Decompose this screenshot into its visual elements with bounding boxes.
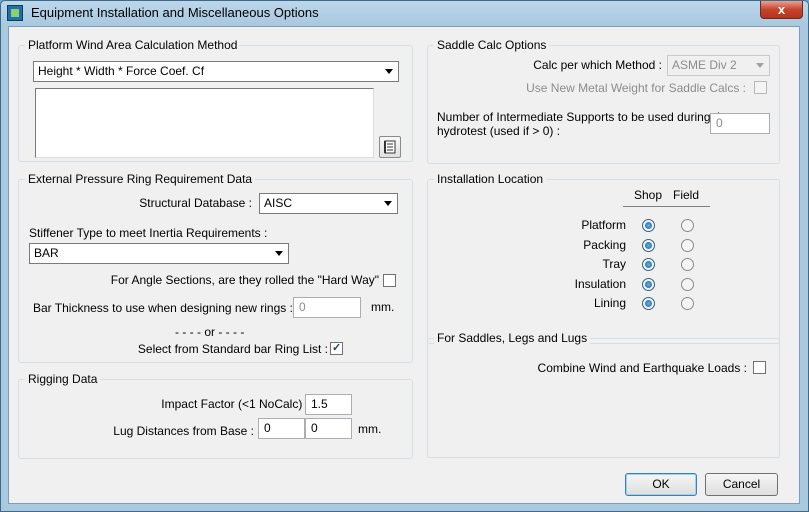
supports-label-line2: hydrotest (used if > 0) :	[437, 124, 561, 138]
bar-thickness-label: Bar Thickness to use when designing new …	[33, 301, 293, 315]
close-button[interactable]: x	[760, 1, 803, 19]
supports-label-line1: Number of Intermediate Supports to be us…	[437, 110, 731, 124]
supports-input[interactable]: 0	[710, 113, 770, 134]
rigging-legend: Rigging Data	[25, 372, 101, 386]
stiffener-select[interactable]: BAR	[29, 243, 289, 264]
calc-method-label: Calc per which Method :	[533, 58, 662, 72]
packing-field-radio[interactable]	[681, 239, 694, 252]
dialog-client-area: Platform Wind Area Calculation Method He…	[8, 26, 800, 504]
tray-field-radio[interactable]	[681, 258, 694, 271]
close-icon: x	[777, 2, 786, 17]
saddles-legs-legend: For Saddles, Legs and Lugs	[434, 331, 591, 345]
lug-distance-input-2[interactable]: 0	[305, 418, 352, 439]
bar-thickness-unit: mm.	[371, 300, 395, 314]
or-divider: - - - - or - - - -	[175, 325, 245, 339]
platform-shop-radio[interactable]	[642, 219, 655, 232]
insulation-field-radio[interactable]	[681, 278, 694, 291]
hard-way-label: For Angle Sections, are they rolled the …	[110, 273, 379, 287]
impact-factor-label: Impact Factor (<1 NoCalc) :	[161, 397, 309, 411]
stiffener-label: Stiffener Type to meet Inertia Requireme…	[29, 226, 268, 240]
title-bar[interactable]: Equipment Installation and Miscellaneous…	[1, 1, 808, 25]
calc-method-value: ASME Div 2	[672, 58, 737, 72]
header-divider	[623, 206, 710, 207]
lug-distance-label: Lug Distances from Base :	[113, 424, 254, 438]
bar-thickness-value: 0	[299, 300, 306, 314]
lug-distance-unit: mm.	[358, 422, 382, 436]
row-label-tray: Tray	[602, 257, 626, 271]
platform-wind-legend: Platform Wind Area Calculation Method	[25, 38, 241, 52]
window-title: Equipment Installation and Miscellaneous…	[31, 5, 319, 20]
row-label-insulation: Insulation	[574, 277, 626, 291]
dialog-window: Equipment Installation and Miscellaneous…	[0, 0, 809, 512]
saddle-calc-legend: Saddle Calc Options	[434, 38, 550, 52]
platform-field-radio[interactable]	[681, 219, 694, 232]
lug-distance-value-2: 0	[311, 421, 318, 435]
tray-shop-radio[interactable]	[642, 258, 655, 271]
app-icon	[7, 5, 23, 21]
chevron-down-icon	[385, 69, 393, 74]
wind-notes-textarea[interactable]	[35, 88, 374, 158]
stiffener-value: BAR	[34, 246, 59, 260]
hard-way-checkbox[interactable]	[383, 274, 396, 287]
rigging-group: Rigging Data Impact Factor (<1 NoCalc) :…	[18, 372, 413, 459]
saddles-legs-group: For Saddles, Legs and Lugs Combine Wind …	[427, 331, 780, 458]
structural-db-value: AISC	[264, 196, 293, 210]
install-location-legend: Installation Location	[434, 172, 547, 186]
wind-method-select[interactable]: Height * Width * Force Coef. Cf	[33, 61, 399, 82]
combine-loads-label: Combine Wind and Earthquake Loads :	[537, 361, 747, 375]
lining-shop-radio[interactable]	[642, 297, 655, 310]
lining-field-radio[interactable]	[681, 297, 694, 310]
saddle-calc-group: Saddle Calc Options Calc per which Metho…	[427, 38, 780, 164]
combine-loads-checkbox[interactable]	[753, 361, 766, 374]
structural-db-label: Structural Database :	[139, 196, 252, 210]
std-ring-checkbox[interactable]	[330, 341, 343, 355]
lug-distance-input-1[interactable]: 0	[258, 418, 305, 439]
structural-db-select[interactable]: AISC	[259, 193, 398, 214]
row-label-packing: Packing	[583, 238, 626, 252]
notepad-icon	[384, 140, 396, 154]
notes-button[interactable]	[379, 136, 401, 158]
ext-pressure-legend: External Pressure Ring Requirement Data	[25, 172, 256, 186]
chevron-down-icon	[756, 63, 764, 68]
metal-weight-checkbox[interactable]	[754, 81, 767, 94]
row-label-lining: Lining	[593, 296, 626, 310]
platform-wind-group: Platform Wind Area Calculation Method He…	[18, 38, 413, 162]
metal-weight-label: Use New Metal Weight for Saddle Calcs :	[526, 81, 746, 95]
supports-value: 0	[716, 116, 723, 130]
bar-thickness-input[interactable]: 0	[293, 297, 361, 318]
cancel-button[interactable]: Cancel	[705, 473, 778, 496]
chevron-down-icon	[384, 201, 392, 206]
row-label-platform: Platform	[581, 218, 626, 232]
wind-method-value: Height * Width * Force Coef. Cf	[38, 64, 205, 78]
ext-pressure-group: External Pressure Ring Requirement Data …	[18, 172, 413, 363]
install-location-group: Installation Location Shop Field Platfor…	[427, 172, 780, 344]
ok-button[interactable]: OK	[625, 473, 697, 496]
field-column-header: Field	[673, 188, 700, 202]
shop-column-header: Shop	[634, 188, 663, 202]
packing-shop-radio[interactable]	[642, 239, 655, 252]
lug-distance-value-1: 0	[264, 421, 271, 435]
insulation-shop-radio[interactable]	[642, 278, 655, 291]
impact-factor-value: 1.5	[311, 397, 328, 411]
std-ring-label: Select from Standard bar Ring List :	[137, 342, 328, 356]
chevron-down-icon	[275, 251, 283, 256]
calc-method-select[interactable]: ASME Div 2	[667, 55, 770, 76]
impact-factor-input[interactable]: 1.5	[305, 394, 352, 415]
